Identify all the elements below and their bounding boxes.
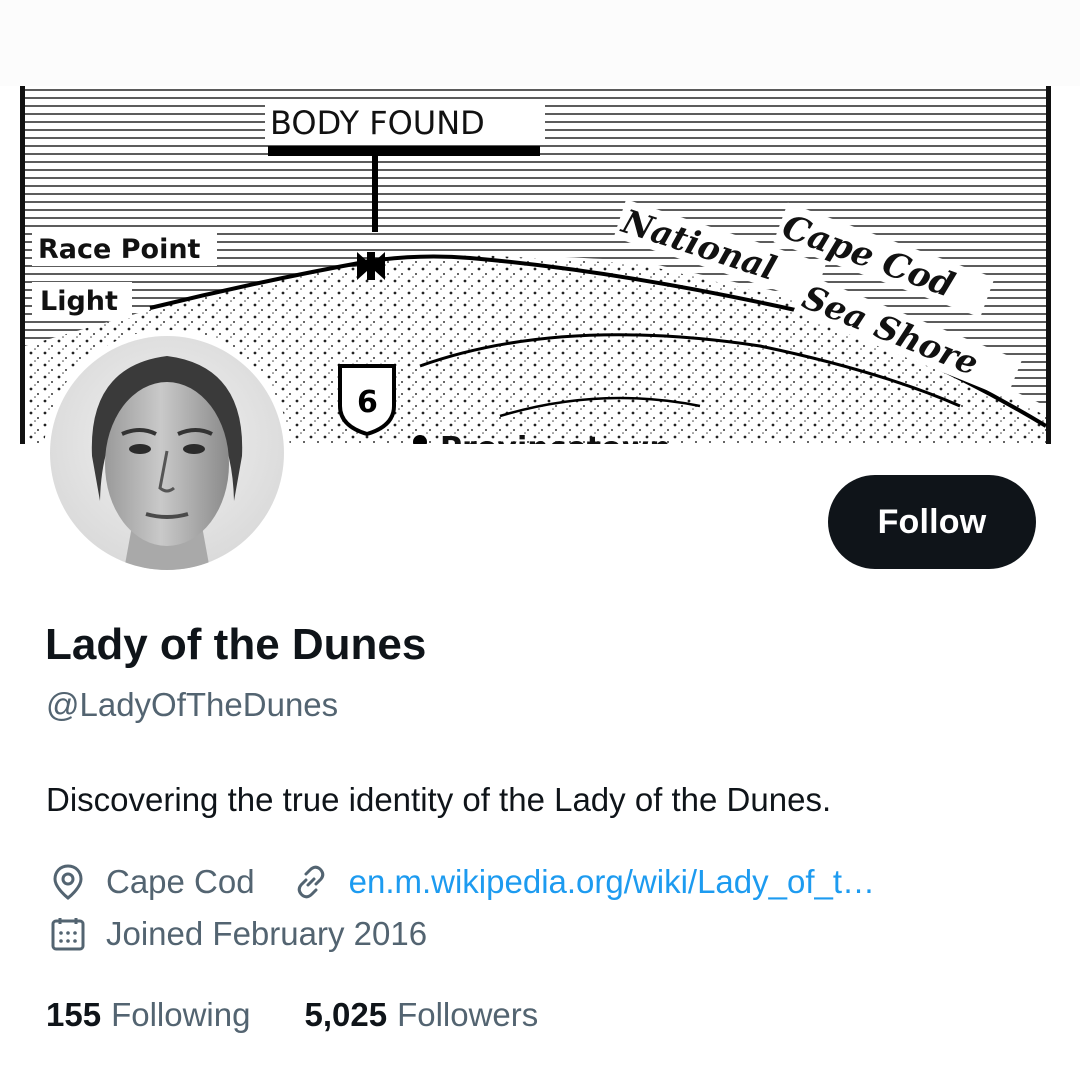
followers-link[interactable]: 5,025 Followers: [304, 996, 538, 1034]
following-label: Following: [111, 996, 251, 1033]
avatar-portrait-image: [50, 336, 284, 570]
following-link[interactable]: 155 Following: [46, 996, 250, 1034]
following-count: 155: [46, 996, 102, 1033]
profile-location: Cape Cod: [106, 863, 255, 900]
avatar[interactable]: [44, 330, 290, 576]
followers-count: 5,025: [304, 996, 388, 1033]
profile-stats: 155 Following 5,025 Followers: [46, 996, 538, 1034]
profile-display-name: Lady of the Dunes: [45, 620, 427, 669]
banner-label-light: Light: [40, 286, 118, 317]
banner-label-race-point: Race Point: [38, 234, 201, 265]
banner-town-label: Provincetown: [440, 431, 671, 444]
location-pin-icon: [48, 862, 88, 902]
profile-handle: @LadyOfTheDunes: [46, 686, 339, 723]
profile-joined-date: Joined February 2016: [106, 915, 428, 952]
profile-meta-row-joined: Joined February 2016: [48, 912, 427, 956]
followers-label: Followers: [397, 996, 539, 1033]
link-icon: [291, 862, 331, 902]
calendar-icon: [48, 914, 88, 954]
route-number: 6: [357, 385, 378, 420]
profile-meta-row: Cape Cod en.m.wikipedia.org/wiki/Lady_of…: [48, 860, 875, 904]
profile-website-link[interactable]: en.m.wikipedia.org/wiki/Lady_of_t…: [349, 863, 875, 901]
profile-bio: Discovering the true identity of the Lad…: [46, 781, 832, 818]
route-shield-icon: 6: [338, 364, 396, 437]
cross-marker-icon: [357, 252, 385, 280]
banner-headline: BODY FOUND: [270, 104, 485, 142]
follow-button-label: Follow: [877, 502, 987, 541]
top-strip: [0, 0, 1080, 86]
follow-button[interactable]: Follow: [828, 475, 1036, 569]
